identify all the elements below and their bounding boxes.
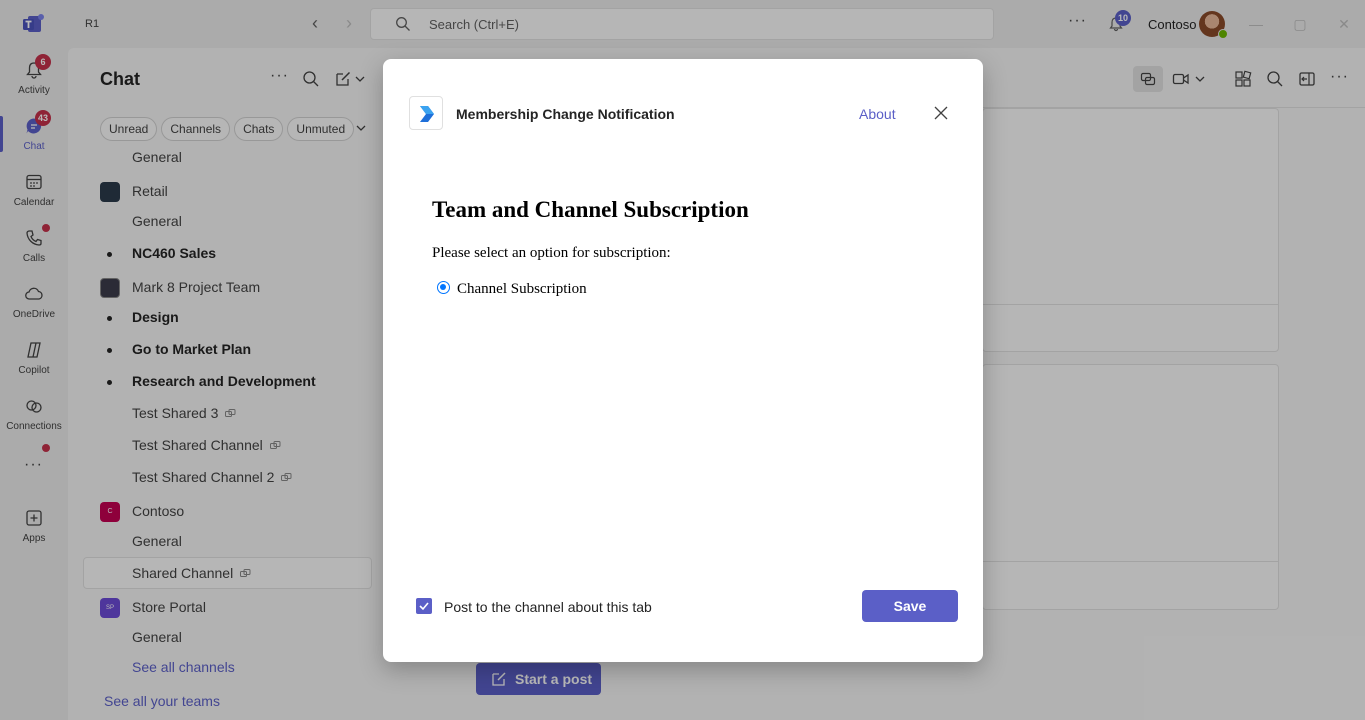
channel-subscription-radio[interactable] [437, 281, 450, 294]
radio-label[interactable]: Channel Subscription [457, 281, 587, 298]
content-heading: Team and Channel Subscription [432, 197, 749, 222]
app-logo [409, 96, 443, 130]
content-prompt: Please select an option for subscription… [432, 245, 671, 261]
about-link[interactable]: About [859, 106, 896, 122]
checkbox-label[interactable]: Post to the channel about this tab [444, 599, 652, 615]
checkmark-icon [419, 602, 429, 611]
post-to-channel-checkbox[interactable] [416, 598, 432, 614]
dialog-title: Membership Change Notification [456, 106, 675, 122]
save-button[interactable]: Save [862, 590, 958, 622]
app-dialog: Membership Change Notification About Tea… [383, 59, 983, 662]
close-icon[interactable] [933, 105, 949, 121]
app-arrow-icon [420, 106, 434, 122]
